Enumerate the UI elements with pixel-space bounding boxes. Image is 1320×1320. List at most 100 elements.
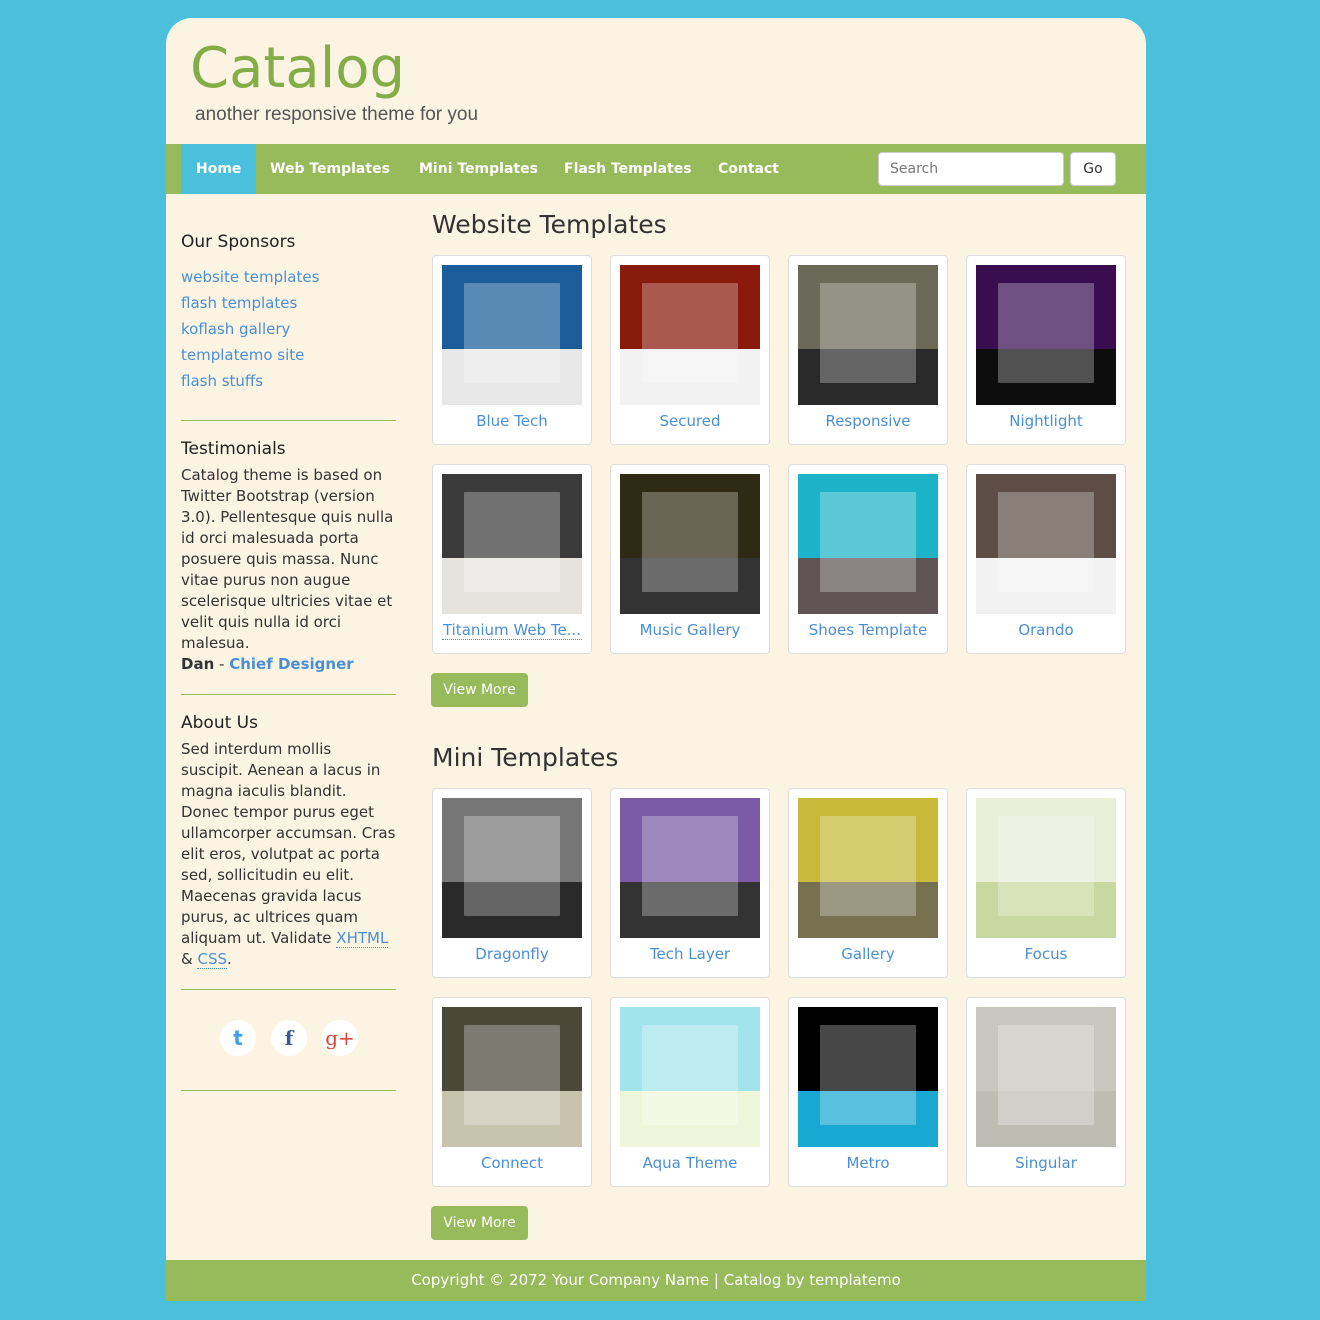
template-thumbnail[interactable] bbox=[976, 1007, 1116, 1147]
template-thumbnail[interactable] bbox=[620, 474, 760, 614]
xhtml-link[interactable]: XHTML bbox=[336, 929, 389, 948]
template-label[interactable]: Dragonfly bbox=[433, 945, 591, 963]
thumbnail-content bbox=[998, 816, 1094, 916]
template-card[interactable]: Responsive bbox=[788, 255, 948, 445]
template-card[interactable]: Nightlight bbox=[966, 255, 1126, 445]
template-thumbnail[interactable] bbox=[976, 265, 1116, 405]
template-label[interactable]: Focus bbox=[967, 945, 1125, 963]
template-label[interactable]: Nightlight bbox=[967, 412, 1125, 430]
view-more-web-button[interactable]: View More bbox=[431, 673, 528, 707]
main-navbar: Home Web Templates Mini Templates Flash … bbox=[166, 144, 1146, 194]
template-thumbnail[interactable] bbox=[976, 474, 1116, 614]
template-card[interactable]: Metro bbox=[788, 997, 948, 1187]
google-plus-icon[interactable]: g+ bbox=[322, 1020, 358, 1056]
template-thumbnail[interactable] bbox=[976, 798, 1116, 938]
template-thumbnail[interactable] bbox=[798, 265, 938, 405]
sponsor-link[interactable]: koflash gallery bbox=[181, 316, 396, 342]
testimonial-separator: - bbox=[214, 655, 230, 673]
template-label[interactable]: Shoes Template bbox=[789, 621, 947, 639]
template-label[interactable]: Responsive bbox=[789, 412, 947, 430]
thumbnail-content bbox=[642, 816, 738, 916]
about-body: Sed interdum mollis suscipit. Aenean a l… bbox=[181, 740, 396, 947]
template-thumbnail[interactable] bbox=[442, 798, 582, 938]
thumbnail-content bbox=[998, 283, 1094, 383]
sponsor-link[interactable]: flash templates bbox=[181, 290, 396, 316]
template-card[interactable]: Orando bbox=[966, 464, 1126, 654]
template-label[interactable]: Secured bbox=[611, 412, 769, 430]
template-card[interactable]: Singular bbox=[966, 997, 1126, 1187]
website-templates-heading: Website Templates bbox=[432, 210, 667, 239]
search-input[interactable] bbox=[878, 152, 1064, 186]
template-card[interactable]: Shoes Template bbox=[788, 464, 948, 654]
template-thumbnail[interactable] bbox=[620, 798, 760, 938]
sidebar: Our Sponsors website templates flash tem… bbox=[181, 218, 396, 1091]
thumbnail-content bbox=[642, 1025, 738, 1125]
template-label[interactable]: Blue Tech bbox=[433, 412, 591, 430]
amp: & bbox=[181, 950, 198, 968]
template-label[interactable]: Titanium Web Te... bbox=[442, 621, 582, 640]
template-card[interactable]: Connect bbox=[432, 997, 592, 1187]
testimonials-heading: Testimonials bbox=[181, 439, 286, 459]
template-card[interactable]: Titanium Web Te... bbox=[432, 464, 592, 654]
thumbnail-content bbox=[820, 492, 916, 592]
go-button[interactable]: Go bbox=[1070, 152, 1116, 186]
thumbnail-content bbox=[998, 1025, 1094, 1125]
site-logo[interactable]: Catalog bbox=[190, 36, 405, 101]
view-more-mini-button[interactable]: View More bbox=[431, 1206, 528, 1240]
template-card[interactable]: Focus bbox=[966, 788, 1126, 978]
template-card[interactable]: Blue Tech bbox=[432, 255, 592, 445]
mini-templates-heading: Mini Templates bbox=[432, 743, 619, 772]
thumbnail-content bbox=[998, 492, 1094, 592]
template-card[interactable]: Dragonfly bbox=[432, 788, 592, 978]
testimonial-author: Dan bbox=[181, 655, 215, 673]
template-label[interactable]: Connect bbox=[433, 1154, 591, 1172]
template-label[interactable]: Metro bbox=[789, 1154, 947, 1172]
template-thumbnail[interactable] bbox=[798, 1007, 938, 1147]
thumbnail-content bbox=[464, 283, 560, 383]
template-label[interactable]: Music Gallery bbox=[611, 621, 769, 639]
template-thumbnail[interactable] bbox=[620, 1007, 760, 1147]
template-label[interactable]: Orando bbox=[967, 621, 1125, 639]
template-card[interactable]: Secured bbox=[610, 255, 770, 445]
template-thumbnail[interactable] bbox=[798, 474, 938, 614]
page-container: Catalog another responsive theme for you… bbox=[166, 18, 1146, 1301]
thumbnail-content bbox=[464, 1025, 560, 1125]
template-thumbnail[interactable] bbox=[442, 265, 582, 405]
nav-contact[interactable]: Contact bbox=[703, 144, 794, 194]
thumbnail-content bbox=[642, 283, 738, 383]
template-card[interactable]: Gallery bbox=[788, 788, 948, 978]
testimonial-role[interactable]: Chief Designer bbox=[229, 655, 353, 673]
thumbnail-content bbox=[464, 492, 560, 592]
template-thumbnail[interactable] bbox=[620, 265, 760, 405]
template-card[interactable]: Tech Layer bbox=[610, 788, 770, 978]
template-thumbnail[interactable] bbox=[798, 798, 938, 938]
sponsor-link[interactable]: website templates bbox=[181, 264, 396, 290]
template-label[interactable]: Singular bbox=[967, 1154, 1125, 1172]
sponsor-link[interactable]: flash stuffs bbox=[181, 368, 396, 394]
sidebar-divider bbox=[181, 420, 396, 421]
template-label[interactable]: Aqua Theme bbox=[611, 1154, 769, 1172]
nav-home[interactable]: Home bbox=[181, 144, 257, 194]
thumbnail-content bbox=[820, 283, 916, 383]
thumbnail-content bbox=[820, 816, 916, 916]
about-text: Sed interdum mollis suscipit. Aenean a l… bbox=[181, 739, 396, 970]
template-thumbnail[interactable] bbox=[442, 474, 582, 614]
nav-web-templates[interactable]: Web Templates bbox=[255, 144, 405, 194]
site-tagline: another responsive theme for you bbox=[195, 104, 479, 125]
sponsor-link[interactable]: templatemo site bbox=[181, 342, 396, 368]
template-thumbnail[interactable] bbox=[442, 1007, 582, 1147]
css-link[interactable]: CSS bbox=[197, 950, 227, 969]
thumbnail-content bbox=[464, 816, 560, 916]
template-label[interactable]: Tech Layer bbox=[611, 945, 769, 963]
template-label[interactable]: Gallery bbox=[789, 945, 947, 963]
footer: Copyright © 2072 Your Company Name | Cat… bbox=[166, 1260, 1146, 1301]
about-heading: About Us bbox=[181, 713, 258, 733]
sidebar-divider bbox=[181, 1090, 396, 1091]
twitter-icon[interactable]: t bbox=[220, 1020, 256, 1056]
nav-mini-templates[interactable]: Mini Templates bbox=[404, 144, 553, 194]
facebook-icon[interactable]: f bbox=[271, 1020, 307, 1056]
template-card[interactable]: Music Gallery bbox=[610, 464, 770, 654]
template-card[interactable]: Aqua Theme bbox=[610, 997, 770, 1187]
validate-prefix: Validate bbox=[271, 929, 337, 947]
nav-flash-templates[interactable]: Flash Templates bbox=[549, 144, 707, 194]
